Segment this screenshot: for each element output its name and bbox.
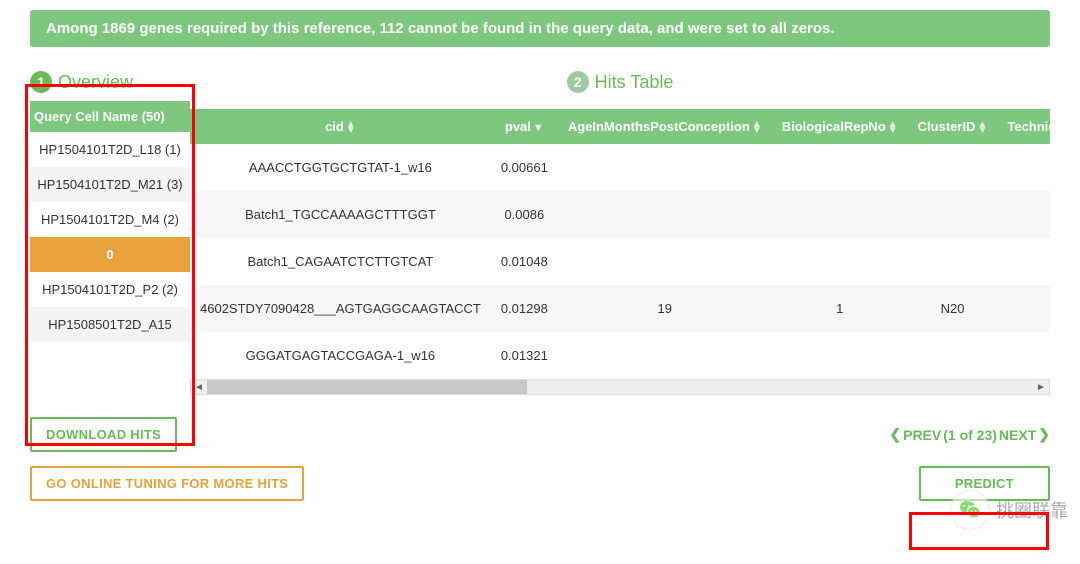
scroll-left-icon[interactable]: ◄: [191, 380, 207, 394]
overview-item[interactable]: HP1504101T2D_M21 (3): [30, 167, 190, 202]
cell-cluster: [908, 144, 998, 191]
cell-bio: [772, 238, 908, 285]
table-row[interactable]: Batch1_TGCCAAAAGCTTTGGT 0.0086: [190, 191, 1050, 238]
col-cluster[interactable]: ClusterID▲▼: [908, 109, 998, 144]
prev-button[interactable]: PREV: [903, 427, 941, 443]
table-row[interactable]: AAACCTGGTGCTGTAT-1_w16 0.00661: [190, 144, 1050, 191]
scroll-track[interactable]: [207, 380, 1033, 394]
overview-sidebar: 1 Overview Query Cell Name (50) HP150410…: [30, 71, 190, 395]
cell-tech: [997, 191, 1050, 238]
cell-tech: [997, 238, 1050, 285]
cell-cid: GGGATGAGTACCGAGA-1_w16: [190, 332, 491, 379]
cell-cluster: N20: [908, 285, 998, 332]
cell-cid: Batch1_CAGAATCTCTTGTCAT: [190, 238, 491, 285]
cell-tech: [997, 144, 1050, 191]
cell-bio: 1: [772, 285, 908, 332]
hits-table-area: 2 Hits Table cid▲▼ pval▼ AgeInMonthsPost…: [190, 71, 1050, 395]
cell-age: [558, 191, 772, 238]
table-scroll-container: cid▲▼ pval▼ AgeInMonthsPostConception▲▼ …: [190, 109, 1050, 395]
sort-icon: ▲▼: [977, 122, 987, 134]
cell-tech: [997, 332, 1050, 379]
cell-cid: Batch1_TGCCAAAAGCTTTGGT: [190, 191, 491, 238]
col-bio[interactable]: BiologicalRepNo▲▼: [772, 109, 908, 144]
overview-item-selected[interactable]: 0: [30, 237, 190, 272]
cell-pval: 0.00661: [491, 144, 558, 191]
cell-bio: [772, 332, 908, 379]
hits-table: cid▲▼ pval▼ AgeInMonthsPostConception▲▼ …: [190, 109, 1050, 379]
cell-bio: [772, 191, 908, 238]
hits-title: Hits Table: [595, 72, 674, 93]
next-button[interactable]: NEXT: [999, 427, 1036, 443]
sort-icon: ▲▼: [752, 122, 762, 134]
overview-column-header[interactable]: Query Cell Name (50): [30, 101, 190, 132]
cell-cid: 4602STDY7090428___AGTGAGGCAAGTACCT: [190, 285, 491, 332]
overview-section-header: 1 Overview: [30, 71, 190, 93]
cell-age: [558, 332, 772, 379]
cell-age: [558, 238, 772, 285]
sort-icon: ▲▼: [888, 122, 898, 134]
scroll-right-icon[interactable]: ►: [1033, 380, 1049, 394]
col-technical[interactable]: Technica: [997, 109, 1050, 144]
cell-age: 19: [558, 285, 772, 332]
overview-item[interactable]: HP1508501T2D_A15: [30, 307, 190, 342]
hits-section-header: 2 Hits Table: [567, 71, 674, 93]
table-row[interactable]: GGGATGAGTACCGAGA-1_w16 0.01321: [190, 332, 1050, 379]
overview-badge: 1: [30, 71, 52, 93]
table-row[interactable]: Batch1_CAGAATCTCTTGTCAT 0.01048: [190, 238, 1050, 285]
cell-cluster: [908, 191, 998, 238]
info-alert: Among 1869 genes required by this refere…: [30, 10, 1050, 47]
cell-cluster: [908, 238, 998, 285]
cell-cluster: [908, 332, 998, 379]
cell-pval: 0.01321: [491, 332, 558, 379]
overview-item[interactable]: HP1504101T2D_P2 (2): [30, 272, 190, 307]
chevron-right-icon: ❯: [1038, 426, 1050, 443]
scroll-thumb[interactable]: [207, 380, 527, 394]
horizontal-scrollbar[interactable]: ◄ ►: [190, 379, 1050, 395]
download-hits-button[interactable]: DOWNLOAD HITS: [30, 417, 177, 452]
table-row[interactable]: 4602STDY7090428___AGTGAGGCAAGTACCT 0.012…: [190, 285, 1050, 332]
overview-item[interactable]: HP1504101T2D_M4 (2): [30, 202, 190, 237]
overview-item[interactable]: HP1504101T2D_L18 (1): [30, 132, 190, 167]
chevron-left-icon: ❮: [889, 426, 901, 443]
online-tuning-button[interactable]: GO ONLINE TUNING FOR MORE HITS: [30, 466, 304, 501]
pagination: ❮ PREV (1 of 23) NEXT ❯: [889, 426, 1050, 443]
cell-cid: AAACCTGGTGCTGTAT-1_w16: [190, 144, 491, 191]
sort-desc-icon: ▼: [533, 122, 544, 134]
sort-icon: ▲▼: [346, 122, 356, 134]
cell-pval: 0.01048: [491, 238, 558, 285]
overview-title: Overview: [58, 72, 133, 93]
col-age[interactable]: AgeInMonthsPostConception▲▼: [558, 109, 772, 144]
col-cid[interactable]: cid▲▼: [190, 109, 491, 144]
cell-bio: [772, 144, 908, 191]
col-pval[interactable]: pval▼: [491, 109, 558, 144]
annotation-box-predict: [909, 512, 1049, 550]
cell-age: [558, 144, 772, 191]
cell-tech: [997, 285, 1050, 332]
hits-badge: 2: [567, 71, 589, 93]
predict-button[interactable]: PREDICT: [919, 466, 1050, 501]
cell-pval: 0.01298: [491, 285, 558, 332]
cell-pval: 0.0086: [491, 191, 558, 238]
page-status: (1 of 23): [943, 427, 997, 443]
